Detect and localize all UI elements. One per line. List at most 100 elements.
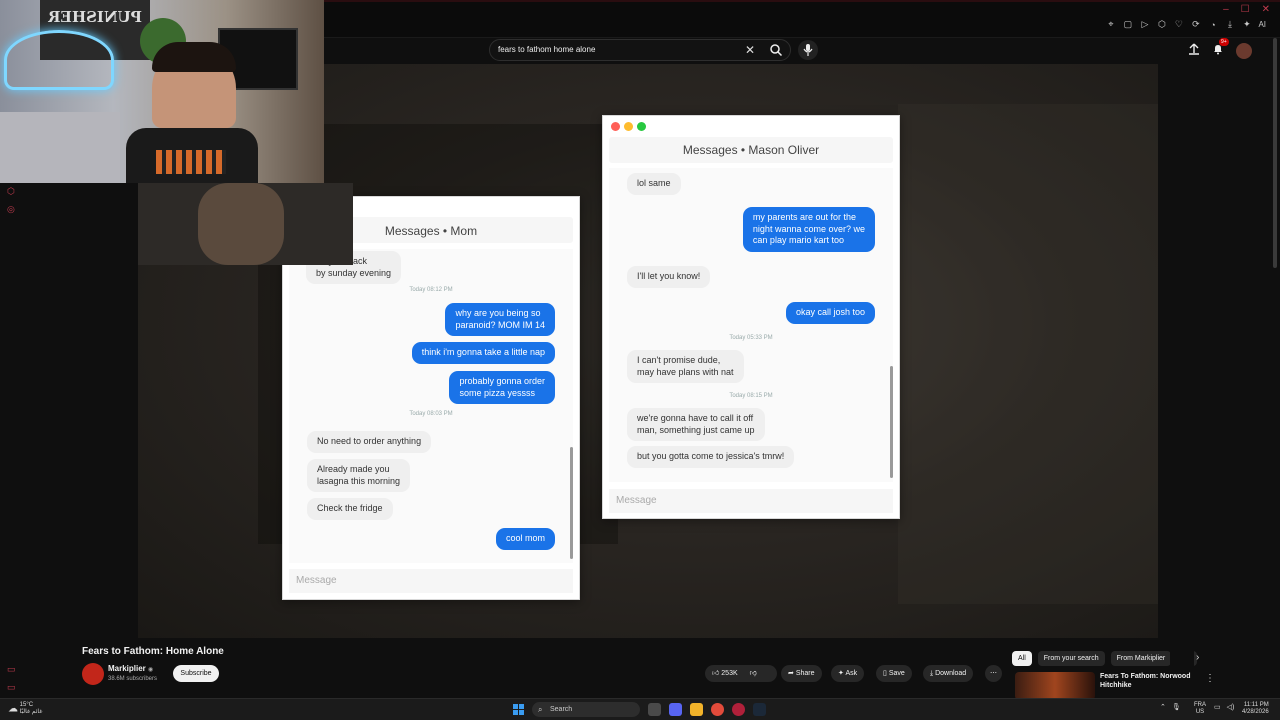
download-icon[interactable]: ⤓: [1224, 19, 1235, 30]
download-button[interactable]: ⤓ Download: [923, 665, 974, 682]
chrome-icon[interactable]: [711, 703, 724, 716]
secondary-streamer-face: [198, 183, 284, 265]
taskbar-clock[interactable]: 11:11 PM 4/28/2026: [1242, 702, 1269, 716]
keyboard-layout: US: [1195, 709, 1205, 715]
discord-icon[interactable]: [669, 703, 682, 716]
channel-name-text[interactable]: Markiplier: [108, 664, 146, 673]
filter-chip[interactable]: From Markiplier: [1110, 651, 1172, 666]
profile-icon[interactable]: ◔: [1207, 20, 1218, 30]
sent-message-bubble: probably gonna order some pizza yessss: [449, 371, 555, 404]
windows-start-icon[interactable]: [513, 704, 524, 715]
received-message-bubble: lol same: [627, 173, 681, 195]
taskbar-search[interactable]: ⌕ Search: [532, 702, 640, 717]
message-input[interactable]: Message: [609, 489, 893, 513]
search-icon[interactable]: [769, 43, 783, 62]
save-label: Save: [888, 670, 905, 677]
account-avatar[interactable]: [1236, 43, 1252, 59]
shirt-pattern: [156, 150, 226, 174]
received-message-bubble: Check the fridge: [307, 498, 393, 520]
notifications-button[interactable]: 9+: [1212, 38, 1229, 60]
sidebar-red-icon[interactable]: ▭: [7, 682, 16, 693]
taskbar-apps: [648, 703, 766, 716]
dislike-button[interactable]: 👎︎: [750, 670, 757, 677]
sidebar-red-icon[interactable]: ◎: [7, 204, 15, 215]
notification-count-badge: 9+: [1219, 38, 1229, 46]
file-explorer-icon[interactable]: [690, 703, 703, 716]
message-timestamp: Today 05:33 PM: [729, 335, 773, 341]
close-window-icon[interactable]: ✕: [1262, 4, 1270, 15]
ai-label[interactable]: AI: [1258, 20, 1266, 29]
microphone-tray-icon[interactable]: 🎙︎: [1172, 703, 1181, 711]
system-tray-icons: ▭ ◁): [1214, 703, 1234, 711]
pin-icon[interactable]: ⌖: [1105, 19, 1116, 30]
chips-fade: [1170, 650, 1194, 667]
video-scene-light: [898, 104, 1158, 604]
sidebar-red-icon[interactable]: ▭: [7, 664, 16, 675]
like-count: 253K: [721, 670, 738, 677]
browser-extension-icons: ⌖ ▢ ▷ ⬡ ♡ ⟳ ◔ ⤓ ✦ AI: [1105, 19, 1266, 30]
upload-icon[interactable]: [1188, 42, 1200, 60]
ai-icon[interactable]: ✦: [1241, 19, 1252, 30]
clock-time: 11:11 PM: [1243, 702, 1269, 708]
search-input[interactable]: fears to fathom home alone: [498, 45, 595, 54]
weather-description: غائم غالبًا: [19, 709, 43, 715]
thumbs-down-icon: 👎︎: [749, 670, 757, 677]
channel-name[interactable]: Markiplier ◉: [108, 664, 153, 673]
chat-scrollbar[interactable]: [570, 447, 573, 559]
message-input[interactable]: Message: [289, 569, 573, 593]
tab-icon[interactable]: ▢: [1122, 19, 1133, 30]
recommended-title[interactable]: Fears To Fathom: Norwood Hitchhike: [1100, 672, 1195, 690]
sent-message-bubble: think i'm gonna take a little nap: [411, 342, 555, 364]
minimize-icon[interactable]: –: [1223, 4, 1229, 15]
poster-text: PUNISHER: [48, 8, 142, 26]
voice-search-button[interactable]: [798, 40, 818, 60]
chat-message-list[interactable]: may be back by sunday eveningToday 08:12…: [289, 249, 573, 563]
task-view-icon[interactable]: [648, 703, 661, 716]
like-dislike-group: 👍︎ 253K 👎︎: [705, 665, 777, 682]
received-message-bubble: Already made you lasagna this morning: [307, 459, 411, 492]
language-indicator[interactable]: FRA US: [1194, 702, 1206, 716]
chevron-right-icon[interactable]: ›: [1196, 652, 1199, 663]
taskbar-search-label: Search: [550, 706, 573, 713]
heart-icon[interactable]: ♡: [1173, 19, 1184, 30]
ask-button[interactable]: ✦ Ask: [831, 665, 865, 682]
weather-widget[interactable]: ☁ 15°C غائم غالبًا: [8, 702, 42, 716]
sent-message-bubble: okay call josh too: [785, 302, 875, 324]
zoom-dot-icon[interactable]: [637, 122, 646, 131]
video-title: Fears to Fathom: Home Alone: [82, 646, 224, 657]
recommended-thumbnail[interactable]: [1015, 672, 1095, 700]
chat-message-list[interactable]: lol same my parents are out for the night…: [609, 168, 893, 482]
minimize-dot-icon[interactable]: [624, 122, 633, 131]
message-timestamp: Today 08:12 PM: [409, 287, 453, 293]
sync-icon[interactable]: ⟳: [1190, 19, 1201, 30]
search-icon: ⌕: [538, 705, 543, 714]
network-icon[interactable]: ▭: [1214, 703, 1221, 711]
chat-scrollbar[interactable]: [890, 366, 893, 478]
maximize-icon[interactable]: ☐: [1241, 4, 1250, 15]
volume-icon[interactable]: ◁): [1227, 703, 1235, 711]
filter-chip[interactable]: From your search: [1037, 651, 1105, 666]
clear-search-icon[interactable]: ✕: [745, 43, 755, 57]
chevron-up-icon[interactable]: ⌃: [1160, 703, 1166, 711]
more-actions-button[interactable]: ⋯: [985, 665, 1002, 682]
channel-avatar[interactable]: [82, 663, 104, 685]
like-button[interactable]: 👍︎ 253K: [712, 670, 738, 677]
share-button[interactable]: ➦ Share: [781, 665, 822, 682]
filter-chip[interactable]: All: [1012, 651, 1032, 666]
opera-icon[interactable]: [732, 703, 745, 716]
subscribe-button[interactable]: Subscribe: [173, 665, 219, 682]
left-sidebar-strip: ⬡ ◎ ▭ ▭: [0, 180, 24, 700]
close-dot-icon[interactable]: [611, 122, 620, 131]
play-icon[interactable]: ▷: [1139, 19, 1150, 30]
search-box[interactable]: fears to fathom home alone ✕: [489, 39, 791, 61]
share-label: Share: [795, 670, 815, 677]
save-button[interactable]: ▯ Save: [876, 665, 912, 682]
sidebar-red-icon[interactable]: ⬡: [7, 186, 15, 197]
steam-icon[interactable]: [753, 703, 766, 716]
page-scrollbar[interactable]: [1273, 38, 1277, 268]
chat-title: Messages • Mason Oliver: [682, 143, 820, 157]
system-tray: ⌃ 🎙︎: [1160, 703, 1181, 711]
more-vertical-icon[interactable]: ⋮: [1205, 673, 1215, 684]
message-input-placeholder: Message: [296, 575, 337, 586]
extension-icon[interactable]: ⬡: [1156, 19, 1167, 30]
